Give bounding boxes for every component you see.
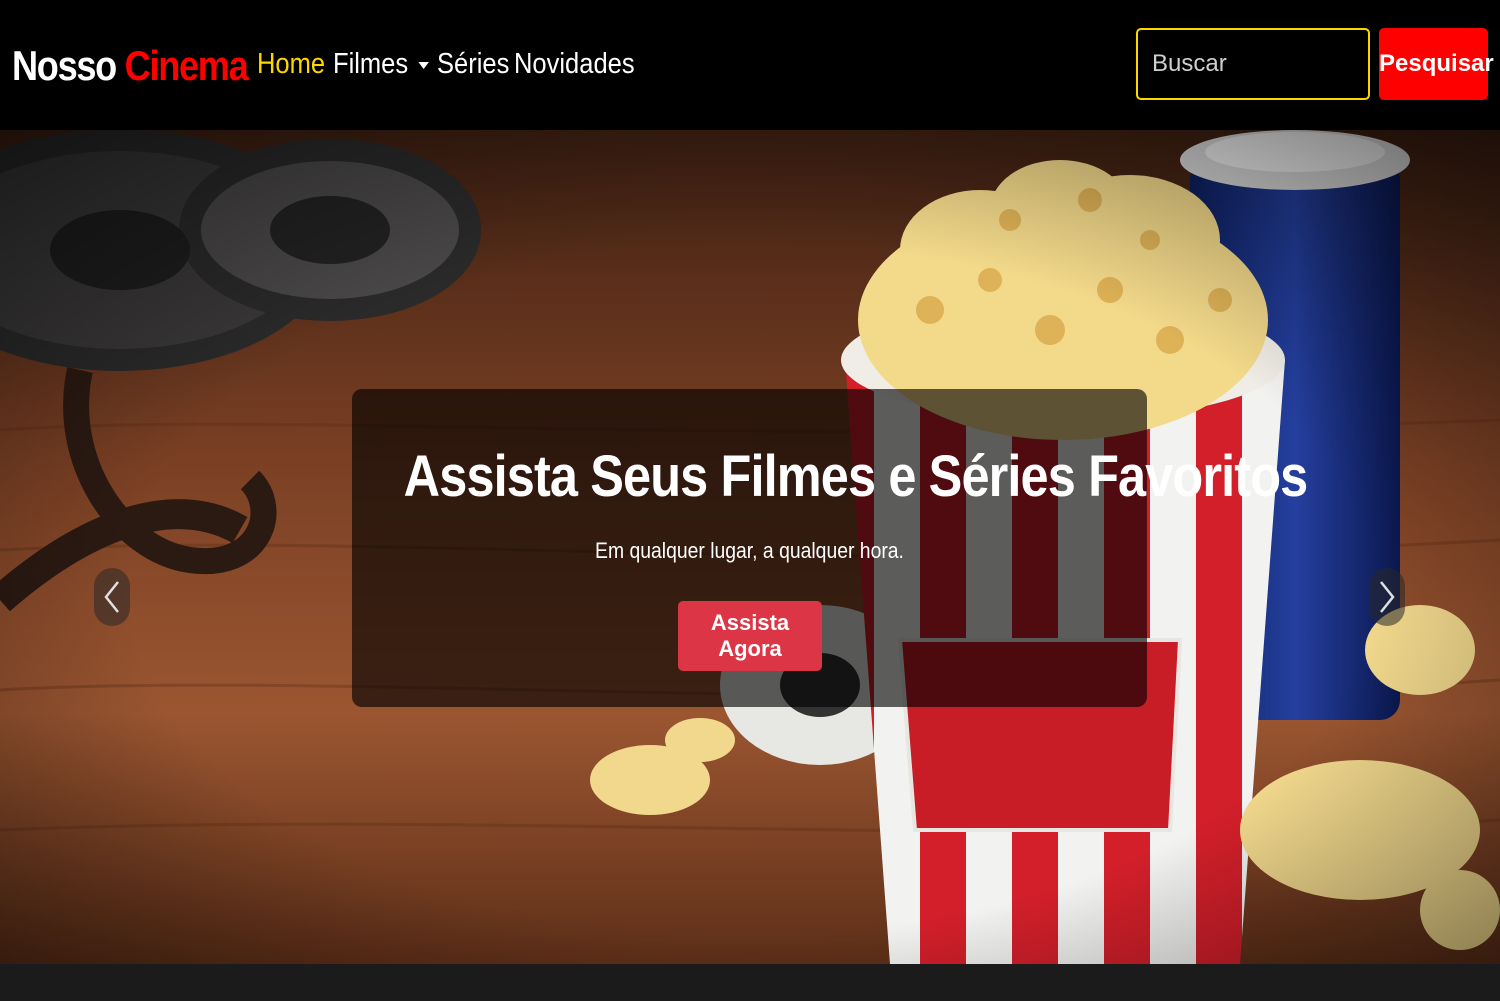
page-bottom-strip <box>0 964 1500 1001</box>
hero-carousel: Assista Seus Filmes e Séries Favoritos E… <box>0 130 1500 964</box>
brand-word-1: Nosso <box>12 42 117 89</box>
chevron-left-icon <box>104 581 119 613</box>
hero-title: Assista Seus Filmes e Séries Favoritos <box>403 444 1309 509</box>
carousel-next-button[interactable] <box>1369 568 1405 626</box>
hero-caption: Assista Seus Filmes e Séries Favoritos E… <box>352 389 1309 707</box>
brand-word-2: Cinema <box>124 42 249 89</box>
carousel-prev-button[interactable] <box>94 568 130 626</box>
nav-filmes-dropdown[interactable]: Filmes <box>333 42 430 86</box>
nav-home-link[interactable]: Home <box>257 42 325 86</box>
watch-now-button[interactable]: Assista Agora <box>678 601 822 671</box>
nav-series-link[interactable]: Séries <box>437 42 509 86</box>
navbar: Nosso Cinema Home Filmes Séries Novidade… <box>0 0 1500 130</box>
chevron-down-icon <box>418 61 430 69</box>
search-input[interactable] <box>1136 28 1370 100</box>
hero-subtitle: Em qualquer lugar, a qualquer hora. <box>595 538 904 563</box>
chevron-right-icon <box>1380 581 1395 613</box>
main-nav: Home Filmes Séries Novidades <box>257 42 635 86</box>
brand-logo[interactable]: Nosso Cinema <box>12 40 249 92</box>
nav-filmes-label: Filmes <box>333 48 409 80</box>
nav-novidades-link[interactable]: Novidades <box>514 42 635 86</box>
search-button[interactable]: Pesquisar <box>1379 28 1494 100</box>
